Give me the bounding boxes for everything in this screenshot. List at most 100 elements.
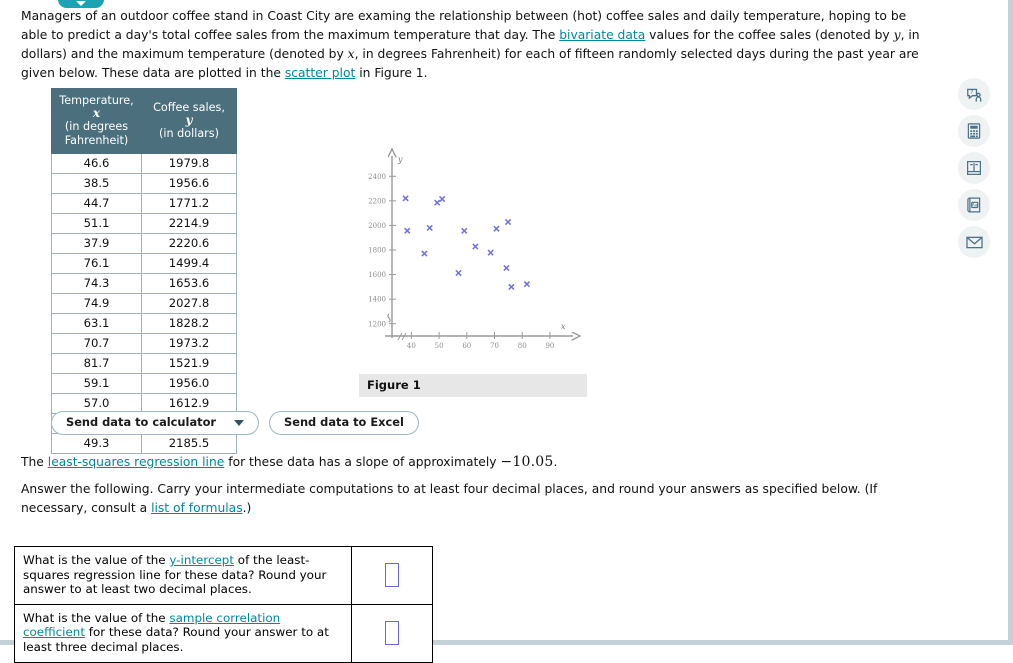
cell-coffee-sales: 2214.9	[141, 212, 237, 234]
data-table: Temperature, x (in degrees Fahrenheit) C…	[51, 88, 237, 454]
slope-value: −10.05	[500, 454, 554, 470]
data-point	[434, 199, 441, 206]
cell-coffee-sales: 1979.8	[141, 152, 237, 174]
answer-instructions: Answer the following. Carry your interme…	[21, 480, 926, 518]
x-tick-label: 90	[545, 342, 554, 350]
header-y-line2: (in dollars)	[159, 127, 219, 140]
table-row: 76.1 1499.4	[51, 252, 237, 274]
reference-book-button[interactable]	[958, 152, 990, 184]
cell-temperature: 63.1	[51, 312, 142, 334]
cell-coffee-sales: 1499.4	[141, 252, 237, 274]
cell-coffee-sales: 2185.5	[141, 432, 237, 454]
intro-text-5: in Figure 1.	[355, 66, 428, 81]
calculator-icon	[965, 122, 983, 140]
table-row: 46.6 1979.8	[51, 152, 237, 174]
questions-table: What is the value of the y-intercept of …	[14, 546, 433, 663]
table-row: 37.9 2220.6	[51, 232, 237, 254]
send-excel-label: Send data to Excel	[284, 415, 404, 429]
data-point	[523, 281, 531, 288]
mail-button[interactable]	[958, 226, 990, 258]
table-row: 44.7 1771.2	[51, 192, 237, 214]
y-tick-label: 2200	[368, 197, 386, 205]
answer-cell	[351, 603, 433, 663]
link-bivariate-data[interactable]: bivariate data	[559, 28, 645, 42]
send-data-to-excel-button[interactable]: Send data to Excel	[269, 411, 419, 436]
cell-coffee-sales: 2220.6	[141, 232, 237, 254]
mail-icon	[965, 233, 984, 252]
cell-temperature: 76.1	[51, 252, 142, 274]
column-header-temperature: Temperature, x (in degrees Fahrenheit)	[51, 88, 142, 154]
data-point	[504, 218, 512, 226]
send-calculator-label: Send data to calculator	[66, 415, 217, 429]
cell-temperature: 59.1	[51, 372, 142, 394]
y-tick-label: 1400	[368, 296, 386, 304]
cell-temperature: 37.9	[51, 232, 142, 254]
svg-text:Aa: Aa	[972, 202, 978, 208]
glossary-button[interactable]: Aa	[958, 189, 990, 221]
question-row: What is the value of the y-intercept of …	[14, 546, 433, 605]
table-row: 38.5 1956.6	[51, 172, 237, 194]
y-axis-break	[387, 313, 391, 323]
y-tick-label: 2400	[368, 173, 386, 181]
table-header-row: Temperature, x (in degrees Fahrenheit) C…	[51, 88, 237, 154]
slope-text-1: The	[21, 455, 48, 469]
x-tick-label: 60	[462, 342, 471, 350]
cell-temperature: 81.7	[51, 352, 142, 374]
data-point	[421, 250, 428, 257]
cell-temperature: 38.5	[51, 172, 142, 194]
x-tick-label: 70	[490, 342, 499, 350]
problem-statement: Managers of an outdoor coffee stand in C…	[21, 7, 926, 83]
cell-temperature: 70.7	[51, 332, 142, 354]
cell-temperature: 51.1	[51, 212, 142, 234]
y-tick-label: 1200	[368, 320, 386, 328]
ask-tutor-button[interactable]: ?	[958, 78, 990, 110]
calculator-button[interactable]	[958, 115, 990, 147]
question-link[interactable]: y-intercept	[169, 553, 234, 567]
data-point	[508, 283, 515, 291]
cell-coffee-sales: 1956.6	[141, 172, 237, 194]
table-row: 74.9 2027.8	[51, 292, 237, 314]
header-x-line1: Temperature,	[59, 94, 134, 107]
table-row: 74.3 1653.6	[51, 272, 237, 294]
x-tick-label: 80	[518, 342, 527, 350]
y-axis-label: y	[397, 155, 403, 164]
slope-text-2: for these data has a slope of approximat…	[224, 455, 501, 469]
variable-x: x	[347, 47, 355, 62]
cell-coffee-sales: 1771.2	[141, 192, 237, 214]
header-x-line2: (in degrees	[64, 120, 129, 134]
data-point	[404, 227, 411, 234]
tool-rail: ? Aa	[958, 78, 990, 258]
table-row: 49.3 2185.5	[51, 432, 237, 454]
link-scatter-plot[interactable]: scatter plot	[285, 66, 355, 80]
link-least-squares-regression-line[interactable]: least-squares regression line	[48, 455, 225, 469]
data-point	[487, 249, 494, 256]
answer-cell	[351, 546, 433, 605]
cell-temperature: 74.9	[51, 292, 142, 314]
question-row: What is the value of the sample correlat…	[14, 603, 433, 663]
data-point	[402, 195, 409, 202]
reference-book-icon	[965, 159, 983, 177]
cell-coffee-sales: 1828.2	[141, 312, 237, 334]
question-text: What is the value of the y-intercept of …	[14, 546, 352, 605]
x-tick-label: 40	[407, 342, 416, 350]
table-row: 81.7 1521.9	[51, 352, 237, 374]
link-list-of-formulas[interactable]: list of formulas	[151, 501, 243, 515]
send-data-to-calculator-button[interactable]: Send data to calculator	[51, 411, 260, 436]
x-tick-label: 50	[435, 342, 444, 350]
svg-text:?: ?	[970, 90, 973, 96]
data-point	[426, 224, 433, 232]
ask-tutor-icon: ?	[965, 85, 984, 104]
question-text-1: What is the value of the	[23, 553, 170, 567]
table-row: 70.7 1973.2	[51, 332, 237, 354]
scatter-plot: y x 1200 1400 1600 1800 2000 2200 2400 40 50 60 70 80…	[368, 138, 587, 350]
table-row: 59.1 1956.0	[51, 372, 237, 394]
answer-input[interactable]	[385, 620, 399, 645]
figure-container: y x 1200 1400 1600 1800 2000 2200 2400 40 50 60 70 80…	[359, 138, 587, 397]
glossary-icon: Aa	[965, 196, 983, 214]
send-data-button-group: Send data to calculator Send data to Exc…	[51, 411, 419, 436]
cell-coffee-sales: 1973.2	[141, 332, 237, 354]
header-y-line1: Coffee sales,	[153, 100, 225, 114]
cell-temperature: 74.3	[51, 272, 142, 294]
answer-input[interactable]	[385, 562, 399, 587]
answer-text-1: Answer the following. Carry your interme…	[21, 482, 878, 516]
